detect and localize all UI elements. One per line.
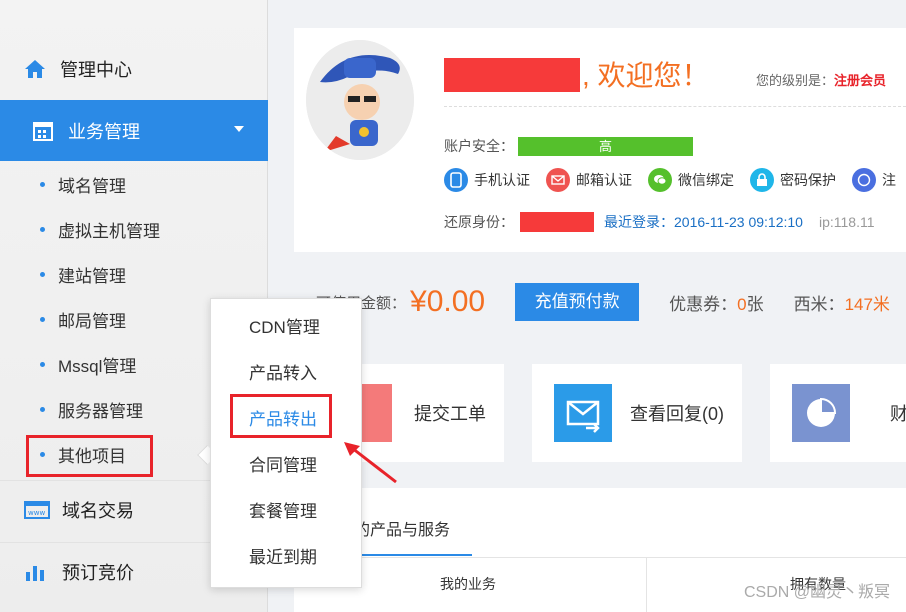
mail-icon	[546, 168, 570, 192]
popup-item-expiring[interactable]: 最近到期	[249, 543, 317, 568]
submenu-item-site-building[interactable]: 建站管理	[0, 252, 268, 297]
profile-card: , 欢迎您！ 您的级别是：注册会员 账户安全： 高 手机认证 邮箱认证 微信绑定	[294, 28, 906, 252]
calendar-icon	[32, 120, 54, 142]
tab-products-services[interactable]: 的产品与服务	[354, 516, 450, 540]
auth-label: 邮箱认证	[576, 172, 632, 188]
coupon-value: 0	[737, 294, 747, 314]
recharge-button[interactable]: 充值预付款	[515, 283, 640, 321]
main-content: , 欢迎您！ 您的级别是：注册会员 账户安全： 高 手机认证 邮箱认证 微信绑定	[270, 0, 906, 612]
product-tabs: 的产品与服务	[294, 488, 906, 558]
sidebar-item-management-center[interactable]: 管理中心	[0, 40, 268, 98]
ximi-value: 147米	[844, 294, 890, 314]
auth-label: 注	[882, 172, 896, 188]
balance-value: ¥0.00	[410, 285, 486, 318]
quick-finance[interactable]: 财	[770, 364, 906, 462]
submenu-item-domain[interactable]: 域名管理	[0, 162, 268, 207]
popup-item-package[interactable]: 套餐管理	[249, 497, 317, 522]
column-divider	[646, 558, 647, 612]
sidebar-item-label: 业务管理	[68, 121, 140, 142]
submenu-label: 建站管理	[58, 267, 126, 286]
avatar[interactable]	[306, 40, 414, 160]
lock-icon	[750, 168, 774, 192]
auth-label: 微信绑定	[678, 172, 734, 188]
wechat-icon	[648, 168, 672, 192]
popup-item-transfer-in[interactable]: 产品转入	[249, 359, 317, 384]
quick-label: 查看回复(0)	[630, 404, 724, 424]
bullet-icon	[40, 317, 45, 322]
auth-label: 密码保护	[780, 172, 836, 188]
auth-label: 手机认证	[474, 172, 530, 188]
redacted-identity	[520, 212, 594, 232]
ip-address: ip:118.11	[818, 214, 875, 230]
column-header-business: 我的业务	[440, 576, 496, 592]
auth-more[interactable]: 注	[852, 168, 896, 192]
restore-label: 还原身份：	[444, 214, 514, 230]
submenu-label: Mssql管理	[58, 357, 137, 376]
domain-trade-icon: www	[24, 500, 50, 520]
coupon: 优惠券：0张	[669, 290, 763, 315]
auth-phone[interactable]: 手机认证	[444, 168, 530, 192]
annotation-arrow-icon	[344, 442, 397, 484]
auth-email[interactable]: 邮箱认证	[546, 168, 632, 192]
annotation-box-transfer-out	[230, 394, 332, 438]
home-icon	[24, 58, 46, 80]
sidebar-item-label: 预订竞价	[62, 562, 134, 583]
bar-chart-icon	[24, 562, 50, 582]
phone-icon	[444, 168, 468, 192]
bullet-icon	[40, 272, 45, 277]
mail-reply-icon	[554, 384, 612, 442]
sidebar-item-label: 管理中心	[60, 60, 132, 80]
security-level-bar: 高	[518, 136, 693, 156]
submenu-item-virtual-host[interactable]: 虚拟主机管理	[0, 207, 268, 252]
submenu-label: 服务器管理	[58, 402, 143, 421]
balance-row: 可使用金额： ¥0.00 充值预付款 优惠券：0张 西米：147米	[294, 266, 906, 338]
caret-down-icon	[234, 126, 244, 132]
quick-label: 提交工单	[414, 404, 486, 424]
restore-identity: 还原身份： 最近登录：2016-11-23 09:12:10 ip:118.11	[444, 212, 875, 232]
bullet-icon	[40, 362, 45, 367]
svg-text:www: www	[28, 509, 45, 517]
last-login: 最近登录：2016-11-23 09:12:10	[604, 214, 803, 230]
account-security: 账户安全： 高	[444, 136, 693, 156]
submenu-label: 邮局管理	[58, 312, 126, 331]
annotation-box-other-projects	[26, 435, 153, 477]
globe-icon	[852, 168, 876, 192]
coupon-unit: 张	[746, 294, 764, 314]
quick-view-reply[interactable]: 查看回复(0)	[532, 364, 742, 462]
level-label: 您的级别是：	[756, 73, 835, 88]
submenu-label: 虚拟主机管理	[58, 222, 160, 241]
redacted-username	[444, 58, 580, 92]
tab-underline	[354, 554, 472, 556]
sidebar-item-business-management[interactable]: 业务管理	[0, 100, 268, 161]
bullet-icon	[40, 407, 45, 412]
coupon-label: 优惠券：	[669, 294, 738, 314]
popup-item-contract[interactable]: 合同管理	[249, 451, 317, 476]
pie-chart-icon	[792, 384, 850, 442]
bullet-icon	[40, 182, 45, 187]
member-level: 您的级别是：注册会员	[756, 70, 886, 89]
watermark: CSDN @幽灵丶叛冥	[743, 584, 890, 601]
ximi-label: 西米：	[793, 294, 845, 314]
submenu-label: 域名管理	[58, 177, 126, 196]
auth-wechat[interactable]: 微信绑定	[648, 168, 734, 192]
auth-password[interactable]: 密码保护	[750, 168, 836, 192]
quick-label: 财	[890, 404, 906, 424]
level-value[interactable]: 注册会员	[834, 73, 886, 88]
welcome-text: , 欢迎您！	[582, 60, 710, 91]
sidebar-item-label: 域名交易	[62, 500, 134, 521]
bullet-icon	[40, 227, 45, 232]
divider	[444, 106, 906, 107]
popup-item-cdn[interactable]: CDN管理	[249, 313, 320, 338]
ximi: 西米：147米	[794, 290, 890, 315]
auth-row: 手机认证 邮箱认证 微信绑定 密码保护 注	[444, 168, 906, 192]
security-label: 账户安全：	[444, 138, 514, 154]
